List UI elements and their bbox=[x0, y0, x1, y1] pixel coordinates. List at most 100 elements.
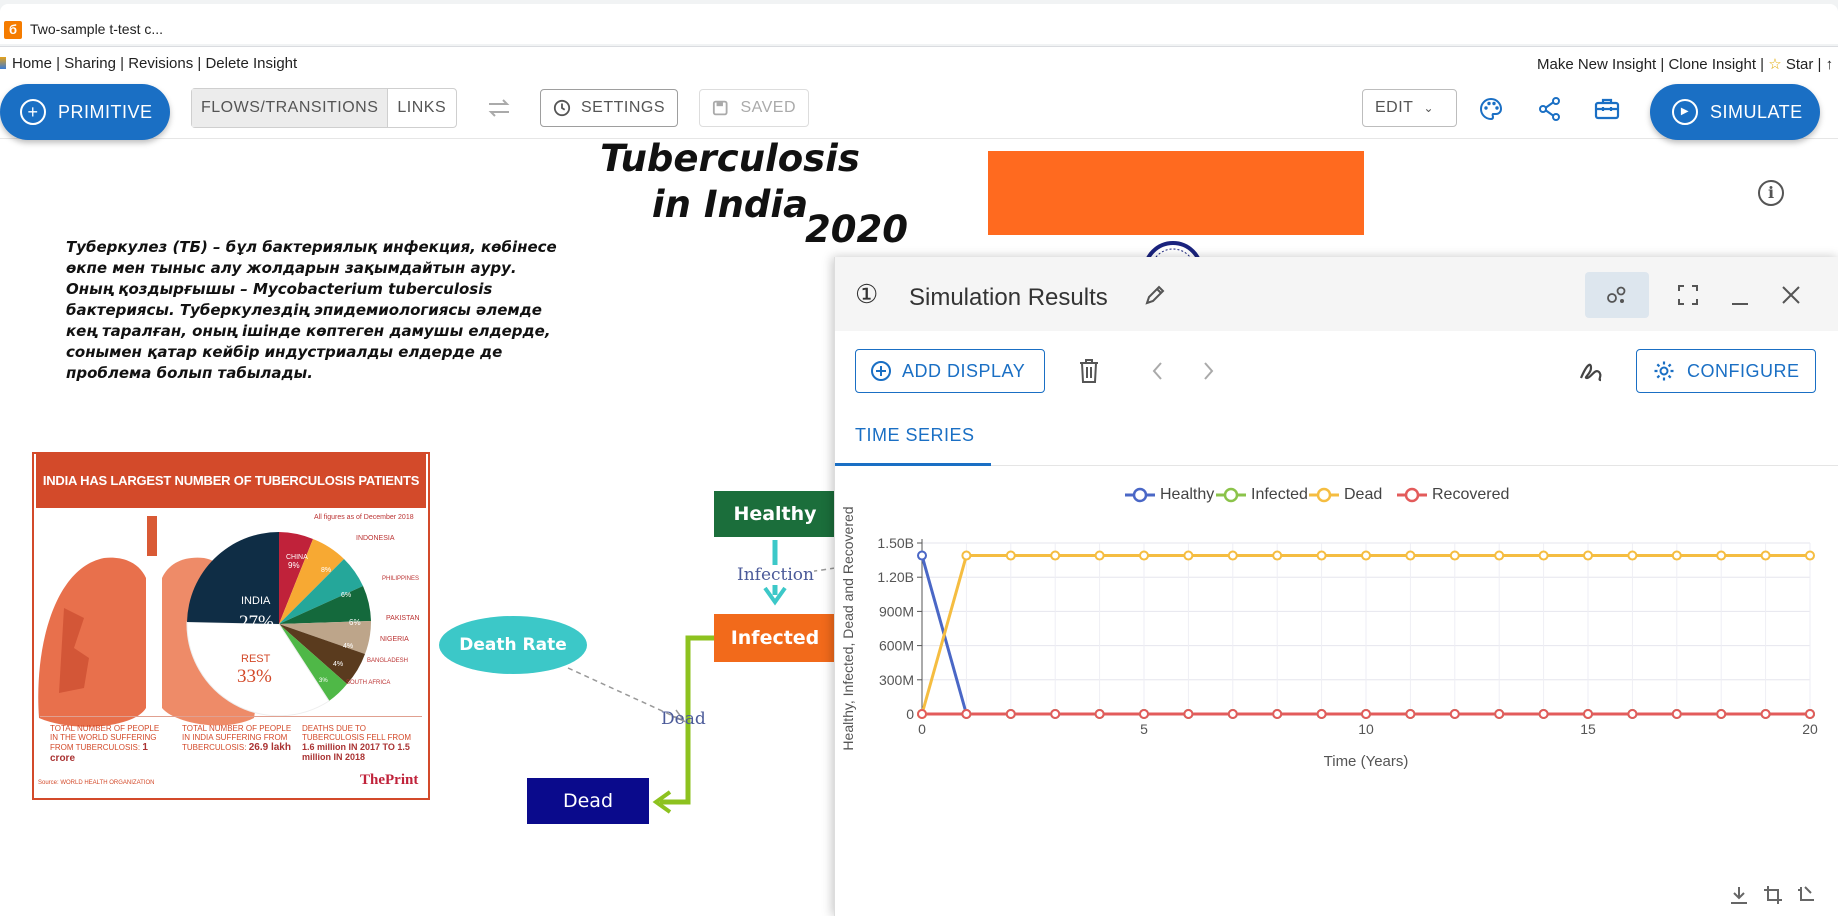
data-point-recovered bbox=[1405, 709, 1416, 719]
next-display-icon[interactable] bbox=[1201, 360, 1215, 387]
fullscreen-icon[interactable] bbox=[1677, 284, 1699, 311]
plus-circle-icon bbox=[871, 361, 891, 381]
flows-transitions-toggle[interactable]: FLOWS/TRANSITIONS bbox=[192, 89, 389, 127]
tab-active-indicator bbox=[835, 463, 991, 466]
infographic-banner: INDIA HAS LARGEST NUMBER OF TUBERCULOSIS… bbox=[36, 454, 426, 542]
info-icon[interactable]: i bbox=[1758, 180, 1784, 206]
data-point-recovered bbox=[1538, 709, 1549, 719]
share-icon[interactable] bbox=[1533, 92, 1567, 126]
data-point-recovered bbox=[1805, 709, 1815, 719]
diagram-year[interactable]: 2020 bbox=[805, 208, 908, 251]
link-make-new-insight[interactable]: Make New Insight bbox=[1537, 56, 1656, 73]
footer-deaths: DEATHS DUE TO TUBERCULOSIS FELL FROM 1.6… bbox=[302, 724, 420, 762]
arrow-up-icon[interactable]: ↑ bbox=[1826, 56, 1834, 73]
pencil-edit-icon[interactable] bbox=[1143, 283, 1167, 312]
data-point-dead bbox=[1760, 550, 1771, 561]
pie-label-nigeria: NIGERIA bbox=[380, 636, 409, 643]
chevron-down-icon: ⌄ bbox=[1423, 101, 1435, 115]
data-point-dead bbox=[1050, 550, 1061, 561]
data-point-recovered bbox=[1183, 709, 1194, 719]
site-favicon-icon: б bbox=[4, 21, 22, 39]
y-tick-label: 0 bbox=[906, 706, 914, 722]
palette-icon[interactable] bbox=[1474, 92, 1508, 126]
link-home[interactable]: Home bbox=[12, 55, 52, 72]
link-sharing[interactable]: Sharing bbox=[64, 55, 116, 72]
dead-stock[interactable]: Dead bbox=[527, 778, 649, 824]
data-point-recovered bbox=[917, 709, 927, 719]
panel-title: Simulation Results bbox=[909, 284, 1108, 311]
ashoka-chakra-icon bbox=[1140, 238, 1206, 258]
crop-icon[interactable] bbox=[1762, 884, 1784, 911]
link-revisions[interactable]: Revisions bbox=[128, 55, 193, 72]
add-primitive-button[interactable]: + PRIMITIVE bbox=[0, 84, 170, 140]
simulate-button[interactable]: ▶ SIMULATE bbox=[1650, 84, 1820, 140]
browser-tab-strip: б Two-sample t-test c... bbox=[0, 0, 1838, 47]
data-point-dead bbox=[1538, 550, 1549, 561]
trash-icon[interactable] bbox=[1078, 358, 1100, 389]
infected-stock[interactable]: Infected bbox=[714, 614, 836, 662]
data-point-dead bbox=[1716, 550, 1727, 561]
pie-pct-nigeria: 4% bbox=[343, 643, 353, 650]
x-tick-label: 5 bbox=[1140, 721, 1148, 737]
data-point-dead bbox=[961, 550, 972, 561]
add-display-label: ADD DISPLAY bbox=[902, 360, 1026, 381]
lungs-pie-graphic: INDIA 27% CHINA 9% 8% 6% 6% 4% 4% 3% RES… bbox=[38, 516, 420, 727]
edit-dropdown[interactable]: EDIT ⌄ bbox=[1362, 89, 1457, 127]
configure-button[interactable]: CONFIGURE bbox=[1636, 349, 1816, 393]
swap-arrows-icon[interactable] bbox=[482, 91, 516, 125]
data-point-recovered bbox=[1449, 709, 1460, 719]
clock-icon bbox=[553, 99, 571, 117]
saved-button[interactable]: SAVED bbox=[699, 89, 809, 127]
footer-india-value: 26.9 lakh bbox=[248, 742, 291, 753]
data-point-dead bbox=[1094, 550, 1105, 561]
dead-flow-label[interactable]: Dead bbox=[661, 709, 706, 729]
pie-label-philippines: PHILIPPINES bbox=[382, 576, 419, 582]
pie-pct-pakistan: 6% bbox=[349, 618, 361, 627]
tab-time-series[interactable]: TIME SERIES bbox=[855, 425, 975, 446]
reset-zoom-icon[interactable] bbox=[1795, 884, 1817, 911]
data-point-recovered bbox=[1139, 709, 1149, 719]
death-rate-variable[interactable]: Death Rate bbox=[439, 616, 587, 674]
data-point-recovered bbox=[1627, 709, 1638, 719]
footer-india-total: TOTAL NUMBER OF PEOPLE IN INDIA SUFFERIN… bbox=[182, 724, 292, 753]
infection-flow-label[interactable]: Infection bbox=[737, 565, 814, 585]
toolbox-icon[interactable] bbox=[1590, 92, 1624, 126]
settings-button[interactable]: SETTINGS bbox=[540, 89, 678, 127]
pie-pct-bangladesh: 4% bbox=[333, 661, 343, 668]
browser-tab[interactable]: б Two-sample t-test c... bbox=[0, 4, 1838, 44]
add-display-button[interactable]: ADD DISPLAY bbox=[855, 349, 1045, 393]
tb-infographic-image[interactable]: INDIA HAS LARGEST NUMBER OF TUBERCULOSIS… bbox=[32, 452, 430, 800]
link-star[interactable]: Star bbox=[1786, 56, 1814, 73]
data-point-dead bbox=[1183, 550, 1194, 561]
links-toggle[interactable]: LINKS bbox=[388, 89, 455, 127]
data-point-recovered bbox=[1671, 709, 1682, 719]
scatter-icon bbox=[1607, 286, 1626, 303]
simulate-label: SIMULATE bbox=[1710, 101, 1803, 122]
link-delete-insight[interactable]: Delete Insight bbox=[205, 55, 297, 72]
pie-label-south-africa: SOUTH AFRICA bbox=[346, 680, 390, 686]
settings-label: SETTINGS bbox=[580, 99, 665, 116]
primitive-label: PRIMITIVE bbox=[58, 101, 153, 122]
insight-nav-left: Home | Sharing | Revisions | Delete Insi… bbox=[0, 55, 297, 72]
diagram-description[interactable]: Туберкулез (ТБ) – бұл бактериялық инфекц… bbox=[66, 237, 566, 384]
download-icon[interactable] bbox=[1728, 884, 1750, 911]
minimize-icon[interactable] bbox=[1730, 287, 1750, 312]
compare-results-button[interactable] bbox=[1585, 272, 1649, 318]
close-icon[interactable] bbox=[1780, 284, 1802, 311]
pie-label-rest: REST bbox=[241, 653, 271, 665]
data-point-dead bbox=[1005, 550, 1016, 561]
pie-pct-indonesia: 8% bbox=[321, 567, 331, 574]
gear-icon bbox=[1654, 361, 1674, 381]
data-point-recovered bbox=[1583, 709, 1593, 719]
pie-pct-india: 27% bbox=[239, 612, 274, 633]
edit-label: EDIT bbox=[1375, 99, 1414, 116]
y-tick-label: 900M bbox=[879, 603, 914, 619]
link-clone-insight[interactable]: Clone Insight bbox=[1668, 56, 1756, 73]
data-point-dead bbox=[1671, 550, 1682, 561]
simulation-results-panel: ① Simulation Results ADD DISPLAY CONFIGU… bbox=[834, 257, 1838, 916]
insight-nav-right: Make New Insight | Clone Insight | ☆ Sta… bbox=[1537, 56, 1834, 73]
healthy-stock[interactable]: Healthy bbox=[714, 491, 836, 537]
signature-icon[interactable] bbox=[1577, 358, 1605, 389]
india-flag-image[interactable] bbox=[988, 151, 1364, 235]
prev-display-icon[interactable] bbox=[1151, 360, 1165, 387]
